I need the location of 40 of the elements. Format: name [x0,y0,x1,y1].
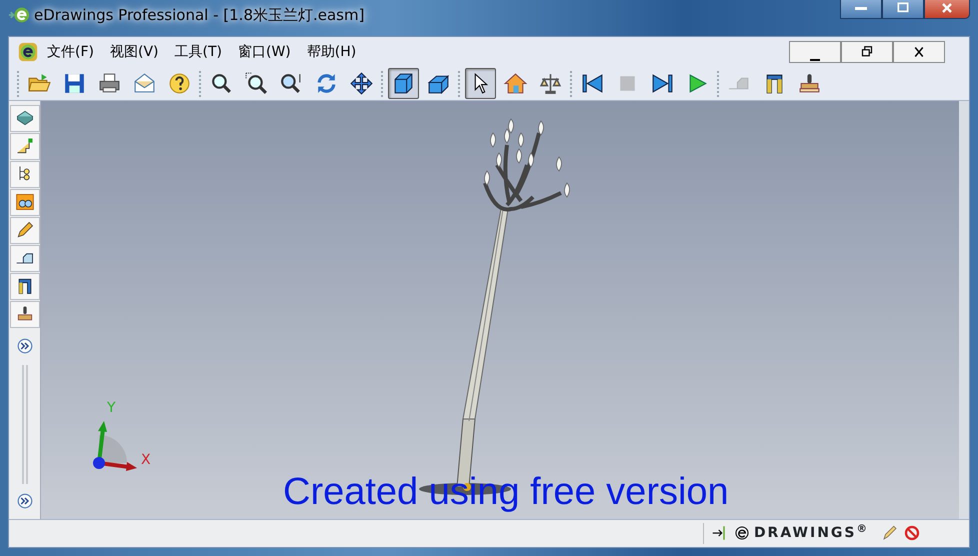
window-title: eDrawings Professional - [1.8米玉兰灯.easm] [34,5,364,26]
doc-restore-button[interactable] [841,41,893,63]
section-tool-button[interactable] [10,273,40,300]
e-logo-icon [17,41,39,63]
shaded-view-button[interactable] [388,68,419,99]
picture-frame-icon [14,192,34,212]
menu-item[interactable]: 工具(T) [166,42,230,62]
expand-icon[interactable] [16,492,34,510]
minimize-button[interactable] [840,0,882,19]
minimize-icon [855,6,867,10]
magnifier-icon [209,71,234,96]
balance-icon [538,71,563,96]
magnifier-icon [244,71,269,96]
expand-icon[interactable] [16,337,34,356]
no-sign-icon [903,524,921,542]
doc-close-button[interactable] [893,41,945,63]
menu-item[interactable]: 文件(F) [39,42,102,62]
axis-label: X [141,453,151,467]
axis-label: Y [107,401,116,415]
tree-button[interactable] [10,161,40,188]
maximize-button[interactable] [882,0,924,19]
house-icon [503,71,528,96]
gallery-button[interactable] [10,189,40,216]
question-mark-icon [167,71,192,96]
minimize-icon [810,59,820,62]
e-logo-icon [734,525,750,542]
move-arrows-icon [349,71,374,96]
select-button[interactable] [465,68,496,99]
menu-item[interactable]: 窗口(W) [230,42,299,62]
pencil-icon [881,524,899,542]
components-button[interactable] [10,105,40,132]
markup-button[interactable] [10,217,40,244]
configurations-button[interactable] [10,133,40,160]
brand-name: DRAWINGS$^{®}$ [754,523,869,543]
measure-tool-button[interactable] [10,245,40,272]
pencil-icon [14,220,34,240]
stamp-tool-button[interactable] [10,301,40,328]
menu-item[interactable]: 视图(V) [102,42,166,62]
close-button[interactable] [924,0,970,19]
menu-item[interactable]: 帮助(H) [298,42,364,62]
